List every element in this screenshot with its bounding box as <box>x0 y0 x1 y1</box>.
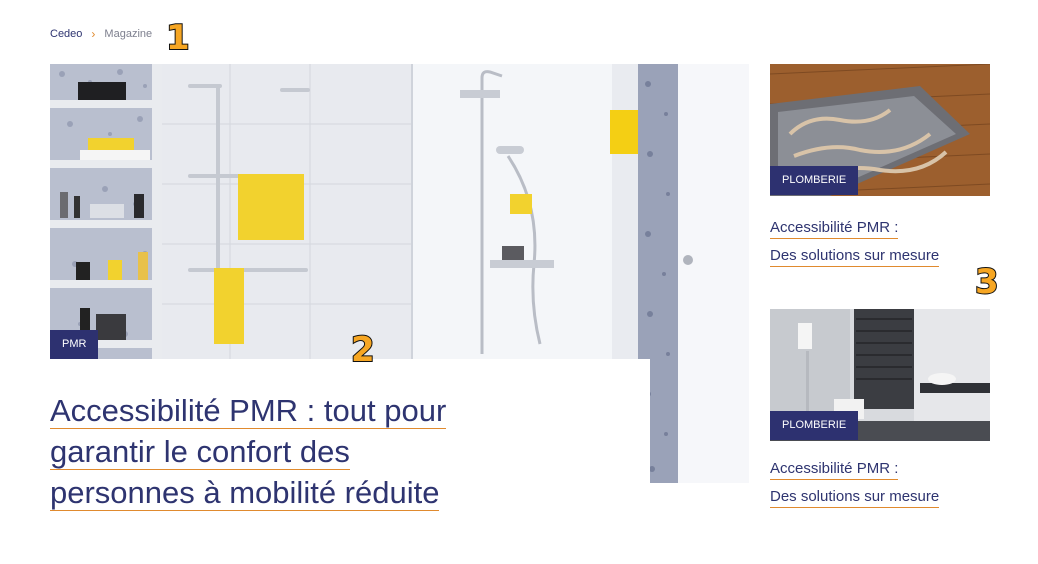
side-article-1-category-tag[interactable]: PLOMBERIE <box>770 166 859 195</box>
side-article-1-title-line[interactable]: Des solutions sur mesure <box>770 247 940 267</box>
hero-article-title[interactable]: Accessibilité PMR : tout pour garantir l… <box>50 390 610 513</box>
side-article-1-title-line[interactable]: Accessibilité PMR : <box>770 219 899 239</box>
side-article-2-title-line[interactable]: Des solutions sur mesure <box>770 488 940 508</box>
hero-title-line[interactable]: Accessibilité PMR : tout pour <box>50 393 447 429</box>
hero-title-line[interactable]: garantir le confort des <box>50 434 350 470</box>
hero-category-tag[interactable]: PMR <box>50 330 99 359</box>
breadcrumb-home-link[interactable]: Cedeo <box>50 28 82 40</box>
annotation-marker-1: 1 <box>165 18 191 58</box>
breadcrumb: Cedeo › Magazine <box>50 27 152 41</box>
breadcrumb-chevron-icon: › <box>91 27 96 41</box>
hero-title-line[interactable]: personnes à mobilité réduite <box>50 475 440 511</box>
side-article-2-title-line[interactable]: Accessibilité PMR : <box>770 460 899 480</box>
annotation-marker-2: 2 <box>350 330 376 370</box>
side-article-1-title[interactable]: Accessibilité PMR : Des solutions sur me… <box>770 214 1000 270</box>
side-article-2-title[interactable]: Accessibilité PMR : Des solutions sur me… <box>770 455 1000 511</box>
breadcrumb-current: Magazine <box>104 28 153 40</box>
annotation-marker-3: 3 <box>974 262 1000 302</box>
side-article-2-category-tag[interactable]: PLOMBERIE <box>770 411 859 440</box>
